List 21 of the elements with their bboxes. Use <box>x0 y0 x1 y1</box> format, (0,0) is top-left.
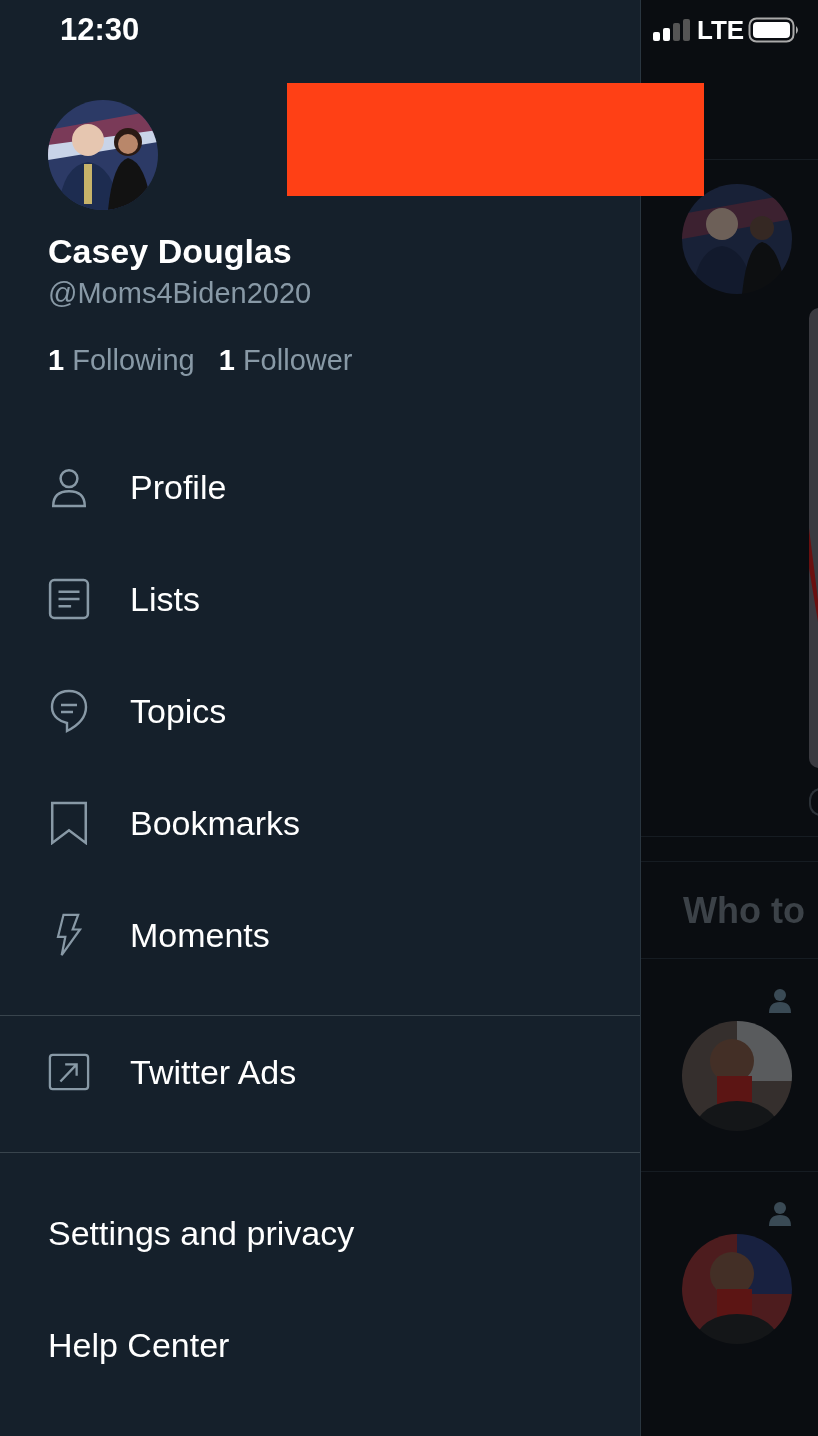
menu-item[interactable]: Lists <box>130 579 200 619</box>
menu-item[interactable]: Moments <box>130 915 270 955</box>
person-icon <box>769 1202 791 1226</box>
network-label: LTE <box>697 14 745 46</box>
menu-item[interactable]: Help Center <box>0 1289 640 1401</box>
speech-bubble-icon <box>48 689 90 733</box>
menu-item[interactable]: Profile <box>130 467 227 507</box>
signal-icon <box>653 19 693 41</box>
status-time: 12:30 <box>60 12 140 48</box>
bookmark-icon <box>48 801 90 845</box>
list-icon <box>48 577 90 621</box>
menu-item[interactable]: Topics <box>130 691 227 731</box>
battery-icon <box>748 17 801 43</box>
menu-item[interactable]: Bookmarks <box>130 803 301 843</box>
user-handle: @Moms4Biden2020 <box>48 277 313 310</box>
following-link[interactable]: 1 Following <box>48 344 195 377</box>
menu-item[interactable]: Settings and privacy <box>0 1177 640 1289</box>
menu-item[interactable]: Twitter Ads <box>130 1052 297 1092</box>
followers-link[interactable]: 1 Follower <box>218 344 353 377</box>
person-icon <box>769 989 791 1013</box>
display-name: Casey Douglas <box>48 232 293 271</box>
